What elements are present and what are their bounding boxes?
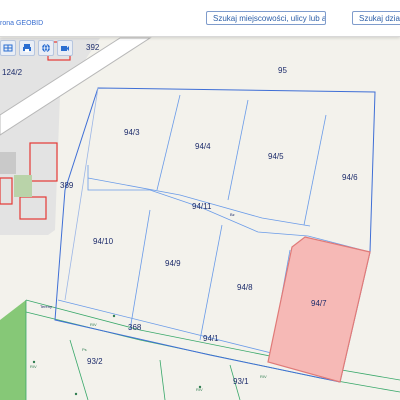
search-address-button[interactable]: Szukaj miejscowości, ulicy lub adresu	[206, 11, 326, 25]
parcel-label: 392	[86, 43, 100, 52]
parcel-label: 94/1	[203, 334, 219, 343]
parcel-label: 94/11	[192, 202, 212, 211]
table-icon[interactable]	[0, 40, 16, 56]
parcel-label: 124/2	[2, 68, 23, 77]
top-bar: rona GEOBID Szukaj miejscowości, ulicy l…	[0, 0, 400, 37]
landuse-label: Ps	[82, 347, 87, 352]
parcel-label: 94/8	[237, 283, 253, 292]
parcel-label: 389	[60, 181, 74, 190]
parcel-label: 95	[278, 66, 287, 75]
globe-icon[interactable]	[38, 40, 54, 56]
parcel-label: 94/9	[165, 259, 181, 268]
search-parcel-button[interactable]: Szukaj działki	[352, 11, 400, 25]
parcel-label: 94/6	[342, 173, 358, 182]
parcel-label: 93/2	[87, 357, 103, 366]
parcel-label: 94/5	[268, 152, 284, 161]
street-label: Tereny	[40, 304, 52, 309]
parcel-label: 94/3	[124, 128, 140, 137]
landuse-label: RIV	[260, 374, 267, 379]
map-canvas[interactable]: 392 95 124/2 94/3 94/4 94/5 94/6 389 94/…	[0, 0, 400, 400]
landuse-label: RIV	[30, 364, 37, 369]
camera-icon[interactable]	[57, 40, 73, 56]
map-toolbar	[0, 40, 73, 58]
parcel-label: 93/1	[233, 377, 249, 386]
structure	[0, 152, 16, 174]
print-icon[interactable]	[19, 40, 35, 56]
landuse-label: Bz	[230, 212, 235, 217]
structure	[14, 175, 32, 197]
brand-text: rona GEOBID	[0, 20, 44, 27]
parcel-label: 94/10	[93, 237, 114, 246]
parcel-label: 368	[128, 323, 142, 332]
parcel-label: 94/7	[311, 299, 327, 308]
parcel-label: 94/4	[195, 142, 211, 151]
landuse-label: RIV	[90, 322, 97, 327]
